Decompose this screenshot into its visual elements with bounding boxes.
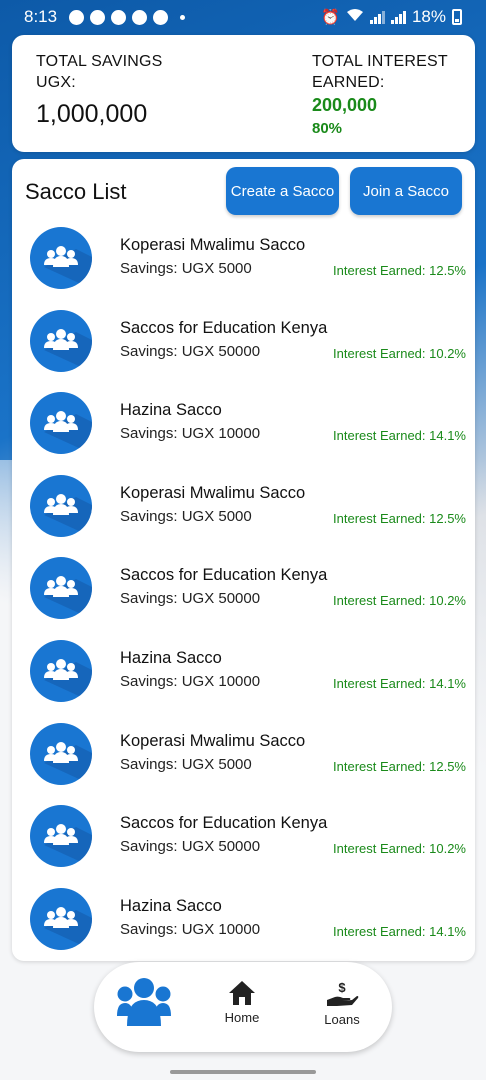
total-savings-label: TOTAL SAVINGS UGX: [36, 53, 163, 91]
total-interest-label: TOTAL INTEREST EARNED: [312, 53, 448, 91]
sacco-group-icon [30, 227, 92, 289]
sacco-group-icon [30, 474, 92, 537]
total-savings-value: 1,000,000 [36, 100, 148, 128]
sacco-group-icon [30, 805, 92, 868]
sacco-interest: Interest Earned: 12.5% [333, 263, 466, 278]
wifi-icon [346, 7, 364, 27]
summary-card: TOTAL SAVINGS UGX: 1,000,000 TOTAL INTER… [12, 35, 475, 152]
group-icon [117, 978, 171, 1026]
sacco-name: Koperasi Mwalimu Sacco [120, 483, 306, 502]
notification-icon [90, 9, 106, 25]
notification-icon [153, 9, 169, 25]
nav-sacco[interactable] [114, 976, 174, 1066]
sacco-list-item[interactable]: Koperasi Mwalimu Sacco Savings: UGX 5000… [12, 227, 475, 310]
sacco-interest: Interest Earned: 14.1% [333, 428, 466, 444]
more-notifications-icon [180, 14, 186, 20]
loan-hand-icon: $ [327, 980, 359, 1006]
sacco-interest: Interest Earned: 10.2% [333, 593, 466, 609]
notification-icon [132, 9, 148, 25]
total-interest-percent: 80% [312, 120, 343, 137]
sacco-savings: Savings: UGX 50000 [120, 342, 261, 360]
sacco-list-item[interactable]: Saccos for Education Kenya Savings: UGX … [12, 805, 475, 888]
notification-icon [111, 9, 127, 25]
sacco-list-item[interactable]: Koperasi Mwalimu Sacco Savings: UGX 5000… [12, 474, 475, 558]
sacco-savings: Savings: UGX 50000 [120, 590, 261, 608]
sacco-name: Saccos for Education Kenya [120, 814, 328, 833]
battery-percent: 18% [411, 7, 446, 26]
sacco-list-item[interactable]: Hazina Sacco Savings: UGX 10000 Interest… [12, 887, 475, 961]
sacco-group-icon [30, 392, 92, 455]
sacco-name: Saccos for Education Kenya [120, 566, 328, 585]
status-time: 8:13 [24, 7, 58, 26]
sacco-name: Koperasi Mwalimu Sacco [120, 731, 306, 750]
sacco-savings: Savings: UGX 10000 [120, 920, 261, 938]
sacco-list-header: Sacco List Create a Sacco Join a Sacco [12, 159, 475, 227]
home-indicator[interactable] [170, 1070, 316, 1074]
sacco-savings: Savings: UGX 5000 [120, 507, 252, 525]
signal-icon [369, 10, 385, 24]
notification-icon [69, 9, 85, 25]
join-sacco-button[interactable]: Join a Sacco [350, 167, 462, 215]
sacco-name: Koperasi Mwalimu Sacco [120, 236, 306, 254]
sacco-list-item[interactable]: Koperasi Mwalimu Sacco Savings: UGX 5000… [12, 722, 475, 806]
sacco-name: Saccos for Education Kenya [120, 318, 328, 337]
nav-home[interactable]: Home [210, 980, 274, 1070]
svg-text:$: $ [338, 980, 346, 995]
status-bar: 8:13 ⏰ 18% [0, 0, 486, 34]
sacco-group-icon [30, 887, 92, 950]
sacco-list-item[interactable]: Saccos for Education Kenya Savings: UGX … [12, 557, 475, 640]
sacco-savings: Savings: UGX 50000 [120, 838, 261, 856]
signal-icon [390, 10, 406, 24]
sacco-list-card: Sacco List Create a Sacco Join a Sacco K… [12, 159, 475, 961]
sacco-interest: Interest Earned: 12.5% [333, 510, 466, 526]
sacco-name: Hazina Sacco [120, 648, 222, 667]
sacco-list: Koperasi Mwalimu Sacco Savings: UGX 5000… [12, 227, 475, 961]
sacco-list-item[interactable]: Saccos for Education Kenya Savings: UGX … [12, 309, 475, 393]
home-icon [229, 981, 255, 1005]
total-interest-value: 200,000 [312, 95, 378, 115]
create-sacco-button[interactable]: Create a Sacco [226, 167, 339, 215]
sacco-savings: Savings: UGX 10000 [120, 425, 261, 443]
sacco-savings: Savings: UGX 5000 [120, 755, 252, 773]
sacco-list-title: Sacco List [25, 179, 127, 204]
sacco-interest: Interest Earned: 10.2% [333, 345, 466, 361]
sacco-savings: Savings: UGX 5000 [120, 260, 252, 277]
sacco-interest: Interest Earned: 12.5% [333, 758, 466, 774]
sacco-interest: Interest Earned: 14.1% [333, 923, 466, 939]
battery-icon [452, 9, 462, 25]
nav-loans[interactable]: $ Loans [312, 980, 372, 1070]
sacco-name: Hazina Sacco [120, 896, 222, 915]
sacco-group-icon [30, 722, 92, 785]
sacco-list-item[interactable]: Hazina Sacco Savings: UGX 10000 Interest… [12, 639, 475, 723]
sacco-group-icon [30, 557, 92, 620]
sacco-group-icon [30, 309, 92, 372]
bottom-nav: Home $ Loans [94, 962, 392, 1052]
sacco-name: Hazina Sacco [120, 401, 222, 420]
sacco-savings: Savings: UGX 10000 [120, 672, 261, 690]
nav-loans-label: Loans [324, 1012, 360, 1027]
nav-home-label: Home [224, 1010, 260, 1025]
sacco-interest: Interest Earned: 14.1% [333, 675, 466, 691]
sacco-list-item[interactable]: Hazina Sacco Savings: UGX 10000 Interest… [12, 392, 475, 475]
alarm-icon: ⏰ [321, 9, 340, 26]
sacco-interest: Interest Earned: 10.2% [333, 841, 466, 857]
sacco-group-icon [30, 639, 92, 702]
